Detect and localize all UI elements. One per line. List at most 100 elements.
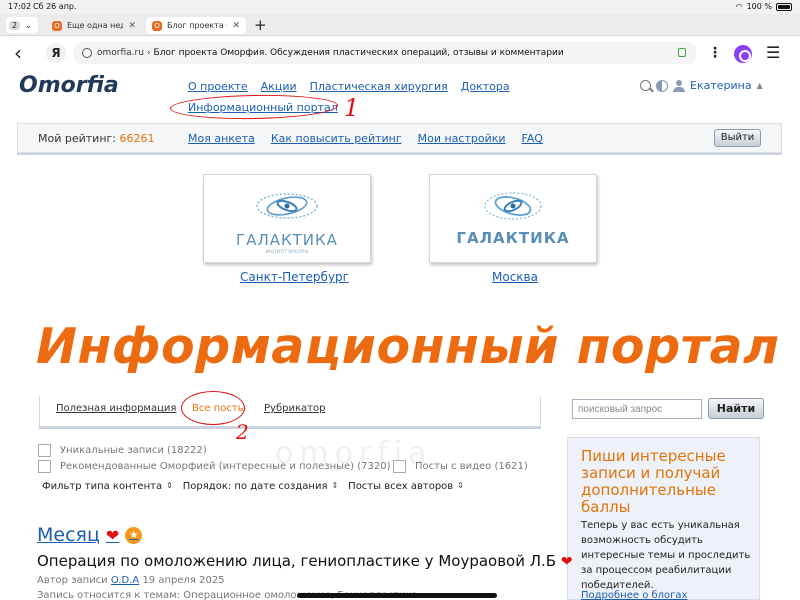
order-select[interactable]: Порядок: по дате создания ⇕ [183, 481, 338, 492]
tab-count: 2 [9, 20, 21, 30]
sort-arrows-icon: ⇕ [457, 481, 464, 490]
month-label: Месяц [37, 524, 100, 546]
site-info-icon[interactable] [82, 48, 92, 58]
close-tab-icon[interactable]: ✕ [232, 21, 240, 31]
authors-label: Посты всех авторов [348, 481, 454, 492]
wifi-icon: ◠ [735, 2, 743, 11]
search-input[interactable] [572, 399, 702, 419]
omorfia-favicon: O [152, 20, 162, 31]
search-icon[interactable] [640, 80, 651, 91]
heart-icon: ❤ [560, 554, 573, 570]
contrast-icon[interactable] [656, 79, 668, 92]
header-tools: Екатерина ▲ [640, 79, 763, 92]
checkbox-label: Рекомендованные Оморфией (интересные и п… [60, 461, 391, 472]
site-logo[interactable]: Omorfia [19, 73, 119, 98]
logout-button[interactable]: Выйти [714, 129, 761, 147]
alice-assistant-icon[interactable] [734, 45, 752, 63]
url-page-title: Блог проекта Оморфия. Обсуждения пластич… [153, 48, 564, 58]
url-field[interactable]: omorfia.ru › Блог проекта Оморфия. Обсуж… [74, 42, 696, 64]
status-time: 17:02 [8, 2, 32, 11]
order-label: Порядок: по дате создания [182, 481, 328, 492]
close-tab-icon[interactable]: ✕ [128, 21, 136, 31]
omorfia-favicon: O [52, 20, 62, 31]
rating-bar: Мой рейтинг: 66261 Моя анкета Как повыси… [17, 123, 782, 153]
content-type-select[interactable]: Фильтр типа контента ⇕ [42, 481, 173, 492]
new-tab-plus-icon[interactable]: + [254, 16, 267, 34]
clinic-banner-spb[interactable]: ГАЛАКТИКА ИНСТИТУТ КРАСОТЫ [203, 174, 371, 263]
yandex-icon[interactable]: Я [46, 43, 66, 63]
browser-tab-2-active[interactable]: O Блог проекта О... ✕ [146, 17, 246, 34]
caret-up-icon[interactable]: ▲ [757, 81, 763, 90]
blog-promo-box: Пиши интересные записи и получай дополни… [567, 437, 760, 600]
clinic-subtitle: ИНСТИТУТ КРАСОТЫ [265, 249, 309, 254]
home-indicator[interactable] [297, 593, 497, 598]
nav-about-link[interactable]: О проекте [188, 80, 248, 93]
address-bar: ‹ Я omorfia.ru › Блог проекта Оморфия. О… [0, 37, 800, 71]
chevron-down-icon: ⌄ [25, 20, 32, 30]
status-date: Сб 26 апр. [33, 2, 77, 11]
filter-tabs: Полезная информация Все посты Рубрикатор [39, 396, 541, 427]
user-name[interactable]: Екатерина [690, 79, 752, 92]
status-right: ◠ 100 % [736, 2, 792, 11]
account-nav: Моя анкета Как повысить рейтинг Мои наст… [188, 132, 543, 145]
checkbox-label: Посты с видео (1621) [415, 461, 528, 472]
tab-count-button[interactable]: 2 ⌄ [6, 17, 38, 33]
battery-label: 100 % [746, 2, 772, 11]
content-type-label: Фильтр типа контента [42, 481, 163, 492]
post-title[interactable]: Операция по омоложению лица, гениопласти… [37, 552, 573, 570]
battery-icon [776, 2, 792, 11]
top-nav: О проекте Акции Пластическая хирургия До… [188, 80, 510, 93]
clinic-brand: ГАЛАКТИКА [236, 231, 338, 249]
post-date: 19 апреля 2025 [142, 575, 225, 586]
tab-bar: 2 ⌄ O Еще одна недел... ✕ O Блог проекта… [0, 14, 800, 36]
promo-heading: Пиши интересные записи и получай дополни… [581, 447, 726, 516]
city-link-moscow[interactable]: Москва [492, 270, 538, 284]
coin-badge-icon: ★ [125, 526, 143, 544]
city-link-spb[interactable]: Санкт-Петербург [240, 270, 349, 284]
rating-label: Мой рейтинг: [38, 132, 116, 145]
nav-doctors-link[interactable]: Доктора [461, 80, 510, 93]
tab-useful-info[interactable]: Полезная информация [56, 403, 176, 414]
nav-promotions-link[interactable]: Акции [261, 80, 297, 93]
increase-rating-link[interactable]: Как повысить рейтинг [271, 132, 402, 145]
hamburger-menu-icon[interactable]: ☰ [766, 43, 780, 62]
list-controls: Фильтр типа контента ⇕ Порядок: по дате … [42, 481, 464, 492]
checkbox-label: Уникальные записи (18222) [60, 445, 207, 456]
more-options-icon[interactable]: ⋮ [706, 44, 724, 64]
my-settings-link[interactable]: Мои настройки [418, 132, 506, 145]
annotation-number-2: 2 [236, 420, 249, 444]
nav-plastic-surgery-link[interactable]: Пластическая хирургия [310, 80, 448, 93]
month-heading[interactable]: Месяц ❤ ★ [37, 524, 143, 546]
browser-tab-1[interactable]: O Еще одна недел... ✕ [46, 17, 142, 34]
galaxy-logo-icon [484, 192, 542, 220]
my-profile-link[interactable]: Моя анкета [188, 132, 255, 145]
my-rating: Мой рейтинг: 66261 [38, 132, 155, 145]
checkbox-box[interactable] [393, 460, 406, 473]
tab-rubricator[interactable]: Рубрикатор [264, 403, 325, 414]
checkbox-box[interactable] [38, 444, 51, 457]
checkbox-video[interactable]: Посты с видео (1621) [393, 460, 528, 473]
author-label: Автор записи [37, 575, 108, 586]
rating-value: 66261 [119, 132, 155, 145]
annotation-number-1: 1 [344, 94, 360, 122]
annotation-oval-1 [169, 93, 339, 121]
promo-link[interactable]: Подробнее о блогах [581, 590, 687, 600]
back-arrow-icon[interactable]: ‹ [14, 41, 22, 65]
status-bar: 17:02 Сб 26 апр. ◠ 100 % [0, 0, 800, 14]
sort-arrows-icon: ⇕ [331, 481, 339, 490]
search-button[interactable]: Найти [708, 398, 764, 419]
author-link[interactable]: O.D.A [111, 575, 139, 586]
faq-link[interactable]: FAQ [522, 132, 543, 145]
heart-icon: ❤ [105, 525, 120, 545]
promo-text: Теперь у вас есть уникальная возможность… [581, 520, 751, 591]
checkbox-recommended[interactable]: Рекомендованные Оморфией (интересные и п… [38, 460, 390, 473]
checkbox-unique[interactable]: Уникальные записи (18222) [38, 444, 207, 457]
page-title: Информационный портал [36, 318, 780, 375]
url-domain: omorfia.ru [97, 48, 144, 58]
post-title-text: Операция по омоложению лица, гениопласти… [37, 552, 557, 570]
clinic-banner-moscow[interactable]: ГАЛАКТИКА [429, 174, 597, 263]
authors-select[interactable]: Посты всех авторов ⇕ [348, 481, 464, 492]
clinic-brand: ГАЛАКТИКА [456, 229, 570, 247]
browser-tab-title: Блог проекта О... [167, 21, 227, 30]
checkbox-box[interactable] [38, 460, 51, 473]
